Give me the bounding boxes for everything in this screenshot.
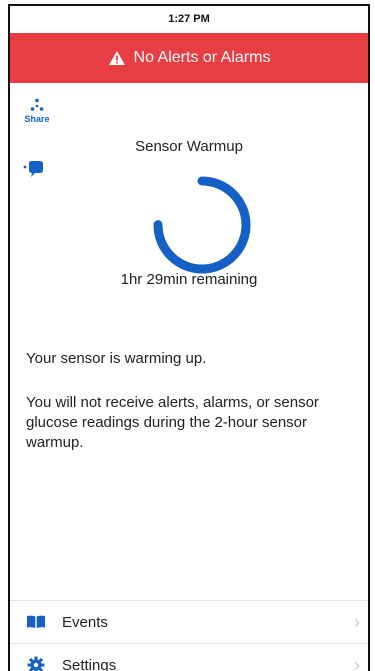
menu-item-events-label: Events xyxy=(62,613,108,631)
warmup-title: Sensor Warmup xyxy=(135,138,243,155)
status-bar: 1:27 PM xyxy=(10,6,368,33)
phone-screen: 1:27 PM No Alerts or Alarms Share Sensor… xyxy=(8,4,370,671)
menu-item-settings-label: Settings xyxy=(62,656,117,671)
warmup-notice: You will not receive alerts, alarms, or … xyxy=(26,394,319,451)
alert-banner[interactable]: No Alerts or Alarms xyxy=(10,33,368,83)
warning-icon xyxy=(108,50,126,66)
share-label: Share xyxy=(24,114,50,124)
menu-item-events[interactable]: Events › xyxy=(10,600,368,643)
alert-banner-text: No Alerts or Alarms xyxy=(133,49,271,66)
chevron-right-icon: › xyxy=(354,611,360,632)
warmup-progress-arc xyxy=(153,176,251,274)
speech-bubble-icon xyxy=(23,161,43,177)
share-button[interactable]: Share xyxy=(22,98,52,124)
chevron-right-icon: › xyxy=(354,654,360,671)
status-time: 1:27 PM xyxy=(168,13,210,25)
warmup-progress-ring xyxy=(153,176,251,274)
warmup-message: Your sensor is warming up. xyxy=(26,350,207,367)
share-icon xyxy=(30,98,44,111)
menu-item-settings[interactable]: Settings › xyxy=(10,643,368,671)
warmup-remaining: 1hr 29min remaining xyxy=(120,271,258,288)
event-entry-button[interactable] xyxy=(22,161,44,182)
gear-icon xyxy=(26,656,46,671)
book-icon xyxy=(26,615,46,629)
